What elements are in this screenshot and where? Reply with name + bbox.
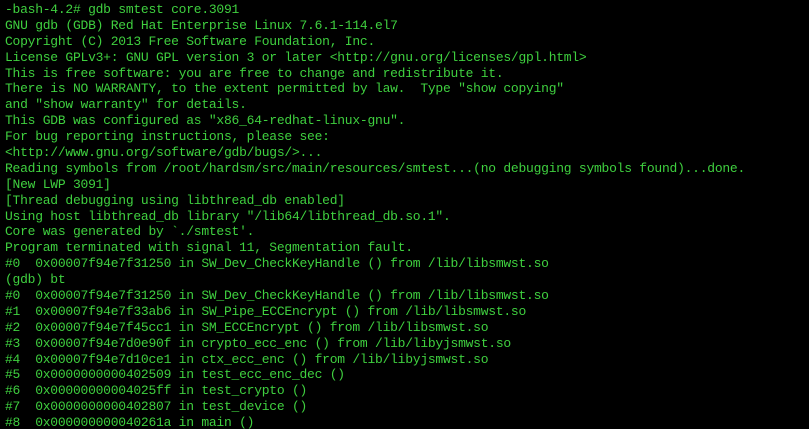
terminal-line: Using host libthread_db library "/lib64/… (5, 208, 451, 224)
terminal-line: (gdb) bt (5, 272, 66, 288)
terminal-line: #8 0x000000000040261a in main () (5, 415, 255, 429)
terminal-line: This is free software: you are free to c… (5, 65, 504, 81)
terminal-line: #4 0x00007f94e7d10ce1 in ctx_ecc_enc () … (5, 351, 489, 367)
terminal-line: #5 0x0000000000402509 in test_ecc_enc_de… (5, 367, 345, 383)
terminal-line: #2 0x00007f94e7f45cc1 in SM_ECCEncrypt (… (5, 319, 489, 335)
terminal-line: Copyright (C) 2013 Free Software Foundat… (5, 33, 376, 49)
terminal-line: There is NO WARRANTY, to the extent perm… (5, 81, 564, 97)
terminal-line: This GDB was configured as "x86_64-redha… (5, 113, 406, 129)
terminal-line: Program terminated with signal 11, Segme… (5, 240, 413, 256)
terminal-line: For bug reporting instructions, please s… (5, 129, 330, 145)
terminal-line: [New LWP 3091] (5, 176, 111, 192)
terminal-line: -bash-4.2# gdb smtest core.3091 (5, 2, 240, 17)
terminal-line: #6 0x00000000004025ff in test_crypto () (5, 383, 308, 399)
terminal-line: Core was generated by `./smtest'. (5, 224, 255, 240)
terminal-line: Reading symbols from /root/hardsm/src/ma… (5, 160, 746, 176)
terminal-line: GNU gdb (GDB) Red Hat Enterprise Linux 7… (5, 17, 398, 33)
terminal-line: #0 0x00007f94e7f31250 in SW_Dev_CheckKey… (5, 288, 549, 304)
terminal-line: #1 0x00007f94e7f33ab6 in SW_Pipe_ECCEncr… (5, 303, 527, 319)
terminal-line: <http://www.gnu.org/software/gdb/bugs/>.… (5, 145, 323, 161)
terminal-line: License GPLv3+: GNU GPL version 3 or lat… (5, 49, 587, 65)
terminal-line: [Thread debugging using libthread_db ena… (5, 192, 345, 208)
terminal-line: #0 0x00007f94e7f31250 in SW_Dev_CheckKey… (5, 256, 549, 272)
terminal-window[interactable]: -bash-4.2# gdb smtest core.3091 GNU gdb … (0, 0, 809, 429)
terminal-line: #3 0x00007f94e7d0e90f in crypto_ecc_enc … (5, 335, 511, 351)
terminal-line: #7 0x0000000000402807 in test_device () (5, 399, 308, 415)
terminal-line: and "show warranty" for details. (5, 97, 247, 113)
